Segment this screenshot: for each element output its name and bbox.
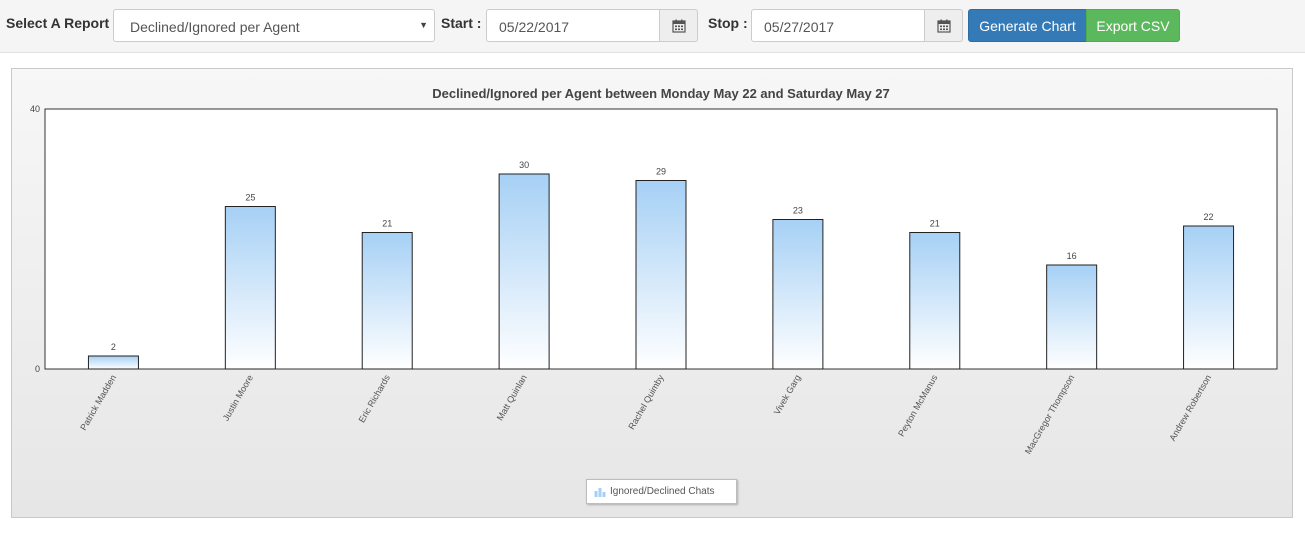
data-label: 16 (1067, 251, 1077, 261)
chart-legend[interactable]: Ignored/Declined Chats (586, 479, 737, 504)
bar-chart: Declined/Ignored per Agent between Monda… (30, 86, 1278, 456)
start-date-picker-button[interactable] (660, 9, 698, 42)
report-select-value: Declined/Ignored per Agent (130, 19, 300, 35)
stop-date-picker-button[interactable] (925, 9, 963, 42)
bar[interactable] (361, 232, 413, 370)
data-label: 21 (930, 219, 940, 229)
report-toolbar: Select A Report Declined/Ignored per Age… (0, 0, 1305, 53)
stop-date-input[interactable]: 05/27/2017 (751, 9, 925, 42)
y-tick-label: 40 (30, 104, 40, 114)
x-tick-label: Vivek Garg (772, 373, 803, 416)
bar[interactable] (224, 206, 276, 370)
bar[interactable] (498, 173, 550, 370)
start-date-value: 05/22/2017 (499, 19, 570, 35)
bar[interactable] (87, 355, 139, 370)
x-tick-label: Peyton McManus (896, 373, 940, 439)
start-date-input[interactable]: 05/22/2017 (486, 9, 660, 42)
stop-label: Stop : (708, 15, 748, 31)
chart-panel: Declined/Ignored per Agent between Monda… (11, 68, 1293, 518)
x-tick-label: Rachel Quimby (626, 373, 666, 432)
data-label: 30 (519, 160, 529, 170)
bar[interactable] (635, 180, 687, 370)
bar-chart-icon (594, 487, 606, 497)
data-label: 22 (1204, 212, 1214, 222)
data-label: 2 (111, 342, 116, 352)
x-tick-label: MacGregor Thompson (1023, 373, 1077, 456)
chart-title: Declined/Ignored per Agent between Monda… (432, 86, 890, 101)
bar[interactable] (1183, 225, 1235, 370)
data-label: 25 (245, 193, 255, 203)
chevron-down-icon: ▼ (419, 20, 428, 30)
calendar-icon (671, 19, 686, 33)
stop-date-value: 05/27/2017 (764, 19, 835, 35)
y-tick-label: 0 (35, 364, 40, 374)
data-label: 21 (382, 219, 392, 229)
data-label: 23 (793, 206, 803, 216)
x-tick-label: Matt Quinlan (495, 373, 529, 422)
x-tick-label: Patrick Madden (78, 373, 118, 432)
x-tick-label: Justin Moore (221, 373, 255, 423)
bar[interactable] (1046, 264, 1098, 370)
generate-chart-button[interactable]: Generate Chart (968, 9, 1087, 42)
legend-label: Ignored/Declined Chats (610, 486, 715, 497)
calendar-icon (936, 19, 951, 33)
report-label: Select A Report (6, 15, 110, 31)
bar[interactable] (909, 232, 961, 370)
bar[interactable] (772, 219, 824, 370)
report-select[interactable]: Declined/Ignored per Agent ▼ (113, 9, 435, 42)
data-label: 29 (656, 167, 666, 177)
x-tick-label: Eric Richards (357, 373, 393, 425)
start-label: Start : (441, 15, 482, 31)
x-tick-label: Andrew Robertson (1167, 373, 1213, 443)
export-csv-button[interactable]: Export CSV (1086, 9, 1180, 42)
